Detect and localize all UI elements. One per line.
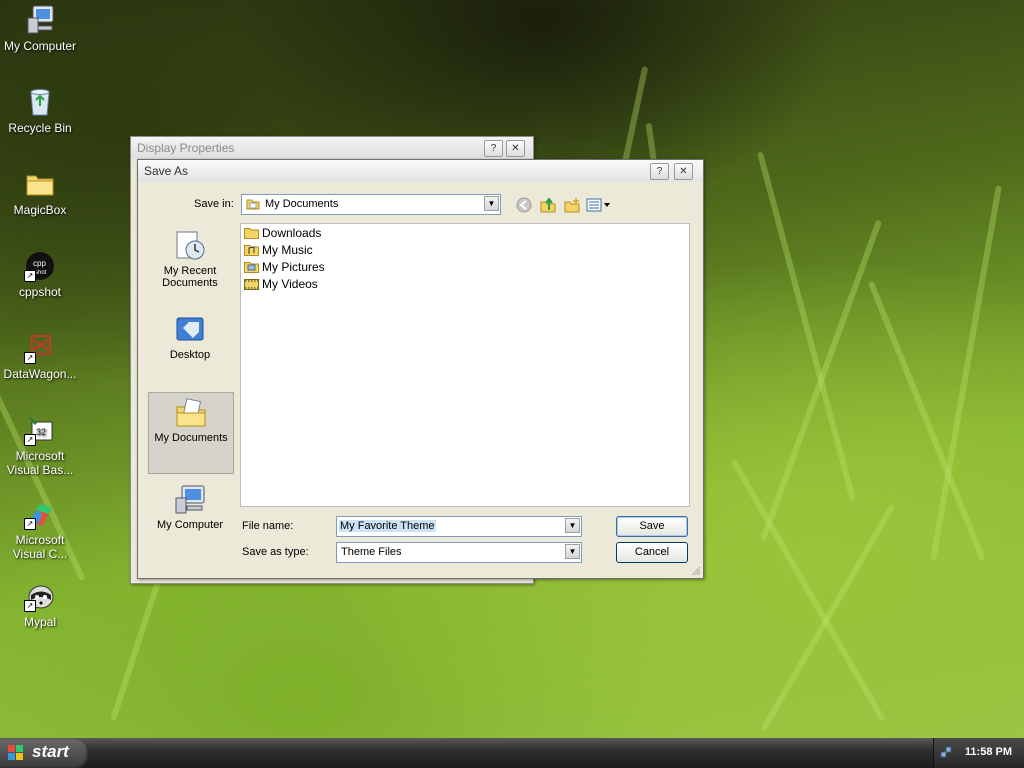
visual-c-icon: ↗ xyxy=(24,498,56,530)
desktop-icon-visual-c[interactable]: ↗ Microsoft Visual C... xyxy=(0,498,80,561)
desktop-icon-label: Recycle Bin xyxy=(8,121,72,135)
desktop-icon-cppshot[interactable]: cpp shot ↗ cppshot xyxy=(0,250,80,299)
music-folder-icon xyxy=(244,244,259,256)
start-label: start xyxy=(32,742,69,761)
display-properties-titlebar[interactable]: Display Properties ? ✕ xyxy=(131,137,533,159)
close-button[interactable]: ✕ xyxy=(674,163,693,180)
dialog-title: Save As xyxy=(144,164,189,178)
new-folder-icon[interactable] xyxy=(564,197,580,213)
place-my-documents[interactable]: My Documents xyxy=(148,392,234,474)
place-label: My Computer xyxy=(156,519,224,531)
cancel-button[interactable]: Cancel xyxy=(616,542,688,563)
save-as-type-value: Theme Files xyxy=(341,546,402,558)
resize-grip-icon[interactable] xyxy=(691,566,701,576)
desktop-icon-label: Microsoft Visual C... xyxy=(12,533,68,561)
desktop-icon-label: MagicBox xyxy=(13,203,67,217)
place-label: Desktop xyxy=(169,349,211,361)
recent-documents-icon xyxy=(173,230,207,262)
views-menu-icon[interactable] xyxy=(586,197,612,213)
file-name: My Music xyxy=(262,243,313,257)
svg-text:32: 32 xyxy=(36,427,46,437)
windows-logo-icon xyxy=(8,745,24,761)
place-label: My Documents xyxy=(154,432,228,444)
shortcut-arrow-icon: ↗ xyxy=(24,352,36,364)
file-list[interactable]: Downloads My Music My Pictures My Videos xyxy=(240,223,690,507)
shortcut-arrow-icon: ↗ xyxy=(24,518,36,530)
cppshot-icon: cpp shot ↗ xyxy=(24,250,56,282)
place-label: My Recent Documents xyxy=(162,265,218,289)
recycle-bin-icon xyxy=(24,86,56,118)
save-in-value: My Documents xyxy=(265,198,339,210)
place-my-computer[interactable]: My Computer xyxy=(148,480,232,531)
save-as-dialog[interactable]: Save As ? ✕ Save in: My Documents ▼ My R… xyxy=(137,159,704,579)
close-button[interactable]: ✕ xyxy=(506,140,525,157)
folder-icon xyxy=(246,197,260,211)
places-bar: My Recent Documents Desktop My Documents… xyxy=(148,226,234,566)
svg-text:cpp: cpp xyxy=(33,259,46,268)
start-button[interactable]: start xyxy=(0,738,88,768)
shortcut-arrow-icon: ↗ xyxy=(24,600,36,612)
help-button[interactable]: ? xyxy=(484,140,503,157)
file-name: Downloads xyxy=(262,226,322,240)
file-name-field[interactable]: My Favorite Theme ▼ xyxy=(336,516,582,537)
chevron-down-icon[interactable]: ▼ xyxy=(565,544,580,559)
desktop-icon-mypal[interactable]: ↗ Mypal xyxy=(0,580,80,629)
up-folder-icon[interactable] xyxy=(540,197,556,213)
desktop-icon-magicbox[interactable]: MagicBox xyxy=(0,168,80,217)
window-title: Display Properties xyxy=(137,141,235,155)
pictures-folder-icon xyxy=(244,261,259,273)
save-as-titlebar[interactable]: Save As ? ✕ xyxy=(138,160,703,182)
file-name: My Videos xyxy=(262,277,318,291)
raccoon-icon: ↗ xyxy=(24,580,56,612)
file-name: My Pictures xyxy=(262,260,325,274)
save-button[interactable]: Save xyxy=(616,516,688,537)
network-icon[interactable] xyxy=(940,746,952,758)
back-icon[interactable] xyxy=(516,197,532,213)
shortcut-arrow-icon: ↗ xyxy=(24,434,36,446)
chevron-down-icon[interactable]: ▼ xyxy=(484,196,499,211)
datawagon-icon: ↗ xyxy=(24,332,56,364)
file-name-label: File name: xyxy=(242,520,294,532)
svg-text:shot: shot xyxy=(35,270,47,276)
visual-basic-icon: 32 ↗ xyxy=(24,414,56,446)
save-as-type-dropdown[interactable]: Theme Files ▼ xyxy=(336,542,582,563)
taskbar: start 11:58 PM xyxy=(0,738,1024,768)
desktop-icon-recycle-bin[interactable]: Recycle Bin xyxy=(0,86,80,135)
system-tray: 11:58 PM xyxy=(933,738,1024,768)
desktop-icon-label: DataWagon... xyxy=(3,367,77,381)
folder-icon xyxy=(244,227,259,239)
videos-folder-icon xyxy=(244,278,259,290)
desktop-icon-label: Mypal xyxy=(23,615,56,629)
chevron-down-icon[interactable]: ▼ xyxy=(565,518,580,533)
desktop-icon xyxy=(173,314,207,346)
help-button[interactable]: ? xyxy=(650,163,669,180)
place-my-recent-documents[interactable]: My Recent Documents xyxy=(148,226,232,289)
shortcut-arrow-icon: ↗ xyxy=(24,270,36,282)
desktop-icon-visual-basic[interactable]: 32 ↗ Microsoft Visual Bas... xyxy=(0,414,80,477)
desktop-icon-label: My Computer xyxy=(3,39,77,53)
file-name-input-value[interactable]: My Favorite Theme xyxy=(339,520,436,532)
desktop-icon-my-computer[interactable]: My Computer xyxy=(0,4,80,53)
save-as-type-label: Save as type: xyxy=(242,546,309,558)
place-desktop[interactable]: Desktop xyxy=(148,310,232,361)
clock[interactable]: 11:58 PM xyxy=(965,746,1012,758)
my-documents-folder-icon xyxy=(174,397,208,429)
desktop-icon-label: cppshot xyxy=(18,285,62,299)
save-in-label: Save in: xyxy=(194,198,234,210)
save-in-dropdown[interactable]: My Documents ▼ xyxy=(241,194,501,215)
desktop-icon-datawagon[interactable]: ↗ DataWagon... xyxy=(0,332,80,381)
desktop-icon-label: Microsoft Visual Bas... xyxy=(6,449,74,477)
folder-icon xyxy=(24,168,56,200)
computer-icon xyxy=(173,484,207,516)
computer-icon xyxy=(24,4,56,36)
